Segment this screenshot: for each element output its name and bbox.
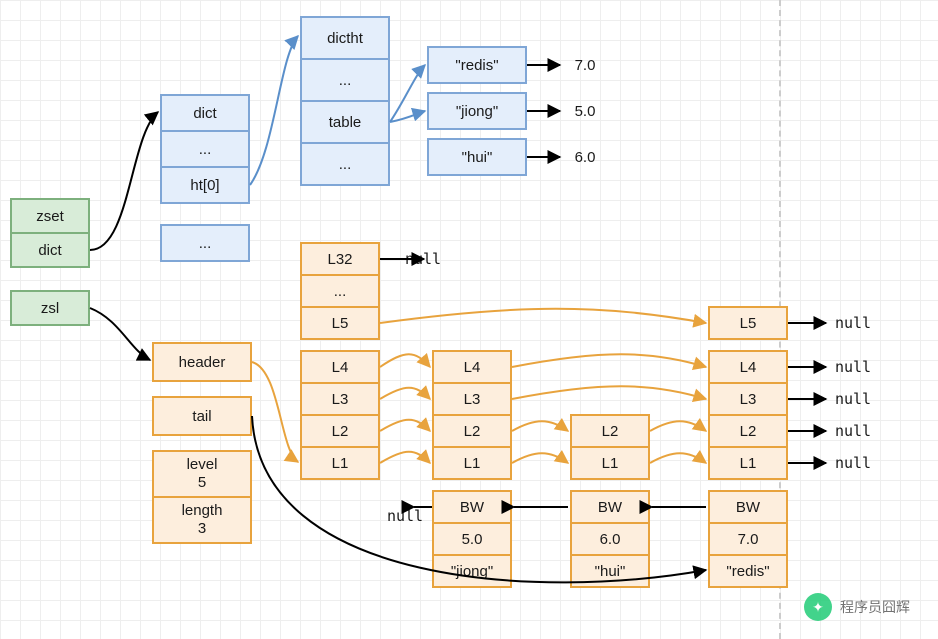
hash-val-jiong: 5.0	[560, 92, 610, 130]
dictht-title: dictht	[300, 16, 390, 60]
null-L3: null	[828, 385, 878, 413]
n0-L4: L4	[432, 350, 512, 384]
hash-key-jiong: "jiong"	[427, 92, 527, 130]
n2-L5: L5	[708, 306, 788, 340]
null-L1: null	[828, 449, 878, 477]
n2-L1: L1	[708, 446, 788, 480]
zsl-length-value: 3	[198, 520, 206, 538]
n0-L3: L3	[432, 382, 512, 416]
watermark-text: 程序员囧辉	[840, 597, 910, 617]
hash-val-hui: 6.0	[560, 138, 610, 176]
dictht-row-0: ...	[300, 58, 390, 102]
zsl-level-value: 5	[198, 474, 206, 492]
dict-title: dict	[160, 94, 250, 132]
n0-obj: "jiong"	[432, 554, 512, 588]
n2-score: 7.0	[708, 522, 788, 556]
hash-val-redis: 7.0	[560, 46, 610, 84]
null-L2: null	[828, 417, 878, 445]
n1-score: 6.0	[570, 522, 650, 556]
dict-row-1: ht[0]	[160, 166, 250, 204]
n0-bw-null: null	[380, 504, 430, 528]
zset-title: zset	[10, 198, 90, 234]
dict-row-0: ...	[160, 130, 250, 168]
hash-key-redis: "redis"	[427, 46, 527, 84]
zsl-length: length 3	[152, 496, 252, 544]
n0-BW: BW	[432, 490, 512, 524]
n0-score: 5.0	[432, 522, 512, 556]
zsl-tail: tail	[152, 396, 252, 436]
n2-BW: BW	[708, 490, 788, 524]
null-L5: null	[828, 309, 878, 337]
hdr-L5: L5	[300, 306, 380, 340]
n2-L4: L4	[708, 350, 788, 384]
n1-L1: L1	[570, 446, 650, 480]
zsl-level: level 5	[152, 450, 252, 498]
hdr-L2: L2	[300, 414, 380, 448]
n1-L2: L2	[570, 414, 650, 448]
dictht-row-2: ...	[300, 142, 390, 186]
n1-BW: BW	[570, 490, 650, 524]
hdr-dots: ...	[300, 274, 380, 308]
zsl-level-label: level	[187, 456, 218, 474]
zsl-length-label: length	[182, 502, 223, 520]
n2-L3: L3	[708, 382, 788, 416]
watermark-badge: ✦	[804, 593, 832, 621]
zsl-header: header	[152, 342, 252, 382]
hdr-L4: L4	[300, 350, 380, 384]
n0-L1: L1	[432, 446, 512, 480]
zset-member-dict: dict	[10, 232, 90, 268]
n2-L2: L2	[708, 414, 788, 448]
n2-obj: "redis"	[708, 554, 788, 588]
dictht-row-1: table	[300, 100, 390, 144]
hdr-L32: L32	[300, 242, 380, 276]
hash-key-hui: "hui"	[427, 138, 527, 176]
hdr-null: null	[398, 246, 448, 272]
zset-member-zsl: zsl	[10, 290, 90, 326]
hdr-L1: L1	[300, 446, 380, 480]
n0-L2: L2	[432, 414, 512, 448]
watermark: ✦ 程序员囧辉	[804, 593, 910, 621]
null-L4: null	[828, 353, 878, 381]
dict-row-2: ...	[160, 224, 250, 262]
n1-obj: "hui"	[570, 554, 650, 588]
hdr-L3: L3	[300, 382, 380, 416]
